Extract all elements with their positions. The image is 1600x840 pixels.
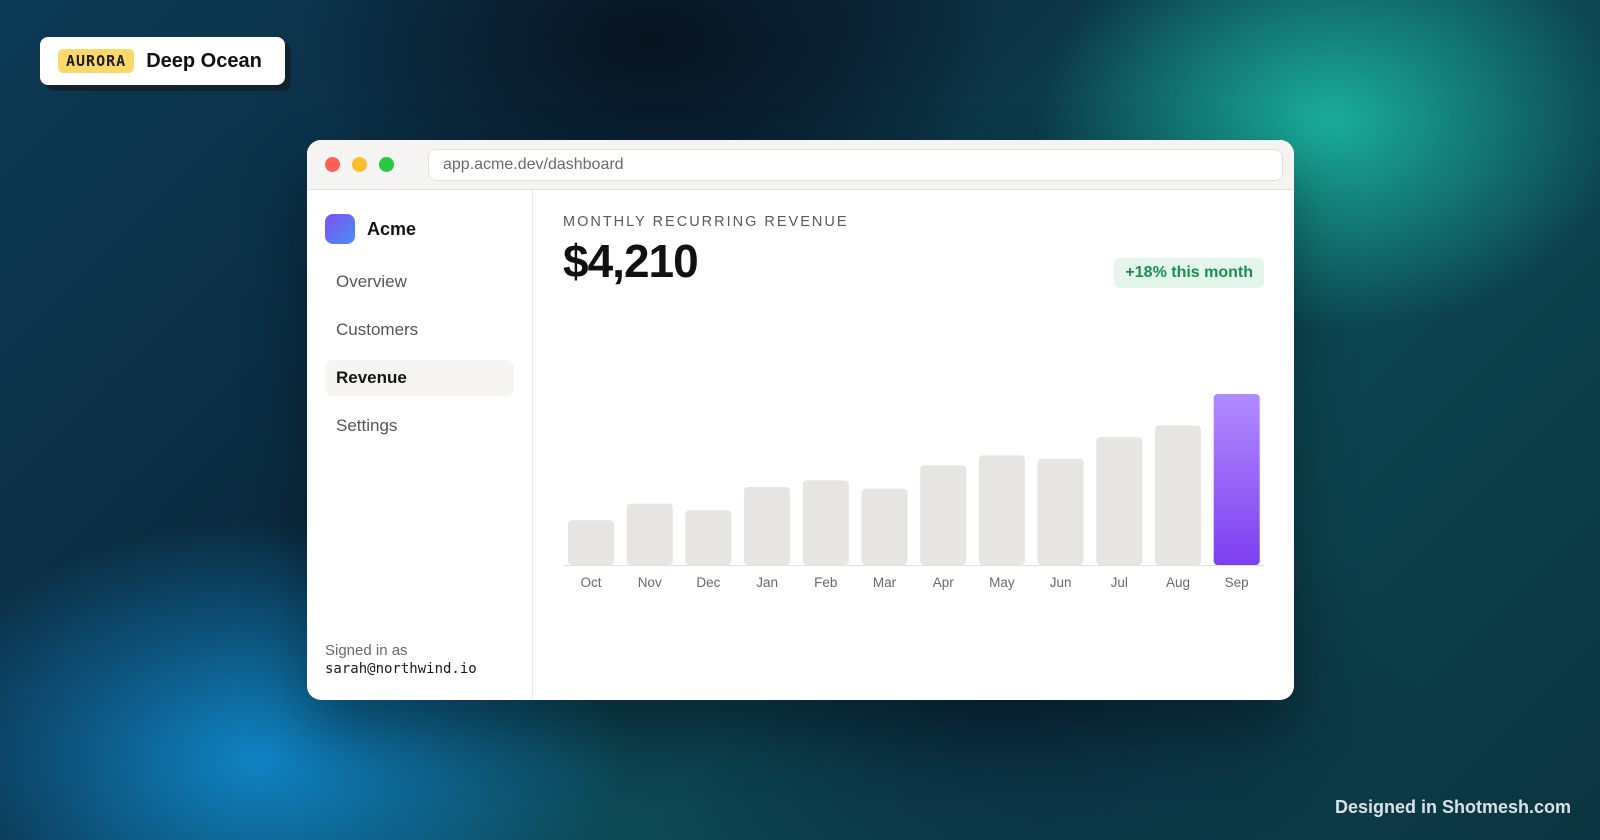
title-bar: app.acme.dev/dashboard <box>307 140 1294 190</box>
bar-dec[interactable] <box>685 510 732 565</box>
bar-jan[interactable] <box>744 486 791 565</box>
close-window-button[interactable] <box>325 157 340 172</box>
brand-badge: AURORA Deep Ocean <box>40 37 285 85</box>
bar-mar[interactable] <box>861 488 908 565</box>
x-tick-feb: Feb <box>814 575 837 590</box>
x-tick-oct: Oct <box>580 575 601 590</box>
app-header: Acme <box>325 214 514 244</box>
sidebar-item-settings[interactable]: Settings <box>325 408 514 444</box>
x-tick-aug: Aug <box>1166 575 1190 590</box>
brand-name: Deep Ocean <box>146 49 262 72</box>
sidebar-item-overview[interactable]: Overview <box>325 264 514 300</box>
x-tick-sep: Sep <box>1225 575 1249 590</box>
x-tick-may: May <box>989 575 1015 590</box>
sidebar-item-customers[interactable]: Customers <box>325 312 514 348</box>
minimize-window-button[interactable] <box>352 157 367 172</box>
x-tick-jun: Jun <box>1050 575 1072 590</box>
brand-tag: AURORA <box>58 49 135 73</box>
main-content: MONTHLY RECURRING REVENUE $4,210 +18% th… <box>533 190 1294 700</box>
browser-window: app.acme.dev/dashboard Acme Overview Cus… <box>307 140 1294 700</box>
x-tick-dec: Dec <box>696 575 720 590</box>
signin-label: Signed in as <box>325 642 408 659</box>
signed-in-info: Signed in as sarah@northwind.io <box>325 642 477 677</box>
growth-badge: +18% this month <box>1114 258 1264 288</box>
bar-nov[interactable] <box>626 503 673 565</box>
bar-feb[interactable] <box>802 480 849 565</box>
maximize-window-button[interactable] <box>379 157 394 172</box>
signin-email: sarah@northwind.io <box>325 661 477 677</box>
x-tick-jul: Jul <box>1111 575 1128 590</box>
bar-jul[interactable] <box>1096 437 1143 565</box>
x-tick-nov: Nov <box>638 575 662 590</box>
credit-text: Designed in Shotmesh.com <box>1334 797 1571 817</box>
x-tick-mar: Mar <box>873 575 897 590</box>
bar-apr[interactable] <box>920 465 967 565</box>
bar-oct[interactable] <box>568 520 614 565</box>
address-bar[interactable]: app.acme.dev/dashboard <box>428 148 1283 181</box>
x-tick-apr: Apr <box>933 575 955 590</box>
bar-aug[interactable] <box>1155 425 1201 565</box>
sidebar-item-revenue[interactable]: Revenue <box>325 360 514 396</box>
kpi-label: MONTHLY RECURRING REVENUE <box>563 214 849 230</box>
bar-may[interactable] <box>978 455 1025 565</box>
app-logo-icon <box>325 214 355 244</box>
revenue-bar-chart: Oct Nov Dec Jan Feb Mar Apr May Jun Jul Aug Sep <box>563 394 1264 590</box>
x-tick-jan: Jan <box>756 575 778 590</box>
bar-sep[interactable] <box>1213 394 1260 565</box>
app-name: Acme <box>367 218 417 239</box>
bar-jun[interactable] <box>1037 458 1084 565</box>
sidebar: Acme Overview Customers Revenue Settings… <box>307 190 533 700</box>
